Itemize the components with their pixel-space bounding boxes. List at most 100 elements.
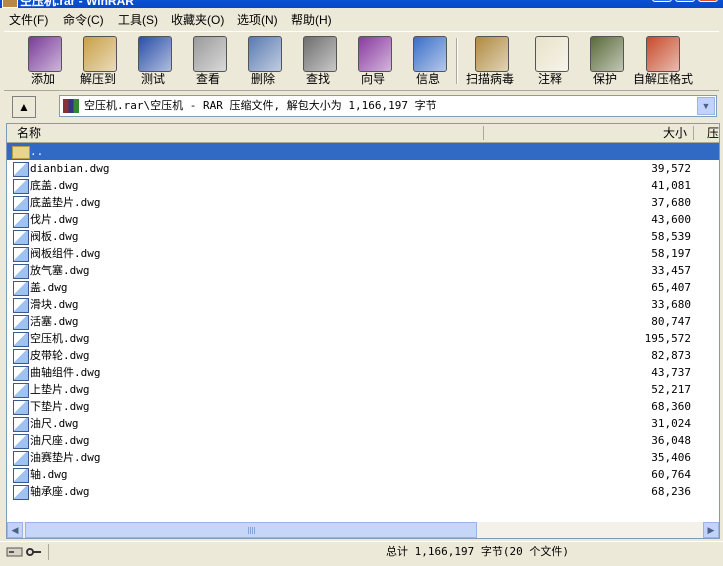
file-row[interactable]: 空压机.dwg 195,572: [7, 330, 719, 347]
file-row[interactable]: 滑块.dwg 33,680: [7, 296, 719, 313]
horizontal-scrollbar[interactable]: ◀ ▶: [7, 522, 719, 538]
menu-tools[interactable]: 工具(S): [118, 12, 158, 28]
toolbar-button-label: 向导: [360, 72, 385, 86]
toolbar-button-sfx[interactable]: 自解压格式: [633, 34, 693, 88]
file-row[interactable]: 盖.dwg 65,407: [7, 279, 719, 296]
toolbar-button-info[interactable]: 信息: [400, 34, 456, 88]
dwg-file-icon: [13, 230, 29, 245]
toolbar-button-virus-scan[interactable]: 扫描病毒: [462, 34, 518, 88]
winrar-window: 空压机.rar - WinRAR _ □ × 文件(F) 命令(C) 工具(S)…: [0, 0, 723, 566]
grip-icon: [248, 527, 256, 534]
file-row[interactable]: 下垫片.dwg 68,360: [7, 398, 719, 415]
toolbar-button-label: 测试: [140, 72, 165, 86]
column-divider[interactable]: [693, 126, 694, 140]
file-size: 41,081: [651, 179, 691, 192]
dwg-file-icon: [13, 451, 29, 466]
file-row[interactable]: 上垫片.dwg 52,217: [7, 381, 719, 398]
file-row[interactable]: dianbian.dwg 39,572: [7, 160, 719, 177]
toolbar-button-delete[interactable]: 删除: [235, 34, 291, 88]
dwg-file-icon: [13, 400, 29, 415]
column-size-header[interactable]: 大小: [663, 126, 687, 140]
file-size: 33,680: [651, 298, 691, 311]
menu-bar: 文件(F) 命令(C) 工具(S) 收藏夹(O) 选项(N) 帮助(H): [0, 9, 723, 30]
file-row[interactable]: 底盖垫片.dwg 37,680: [7, 194, 719, 211]
toolbar-button-label: 查看: [195, 72, 220, 86]
menu-options[interactable]: 选项(N): [237, 12, 278, 28]
column-divider[interactable]: [483, 126, 484, 140]
column-packed-header[interactable]: 压: [707, 126, 719, 140]
file-row[interactable]: 底盖.dwg 41,081: [7, 177, 719, 194]
dwg-file-icon: [13, 213, 29, 228]
file-row[interactable]: 油尺座.dwg 36,048: [7, 432, 719, 449]
toolbar-button-protect[interactable]: 保护: [577, 34, 633, 88]
toolbar-button-wizard[interactable]: 向导: [345, 34, 401, 88]
file-row[interactable]: 伐片.dwg 43,600: [7, 211, 719, 228]
file-row[interactable]: 轴.dwg 60,764: [7, 466, 719, 483]
file-row[interactable]: 阀板组件.dwg 58,197: [7, 245, 719, 262]
address-bar: ▲ 空压机.rar\空压机 - RAR 压缩文件, 解包大小为 1,166,19…: [4, 93, 719, 119]
delete-icon: [248, 36, 282, 72]
file-row[interactable]: 油赛垫片.dwg 35,406: [7, 449, 719, 466]
file-size: 33,457: [651, 264, 691, 277]
scroll-right-button[interactable]: ▶: [703, 522, 719, 538]
maximize-button[interactable]: □: [675, 0, 695, 2]
arrow-up-icon: ▲: [18, 100, 30, 114]
dwg-file-icon: [13, 485, 29, 500]
file-name: 轴.dwg: [30, 468, 68, 481]
file-row[interactable]: 轴承座.dwg 68,236: [7, 483, 719, 500]
file-size: 58,539: [651, 230, 691, 243]
close-button[interactable]: ×: [698, 0, 718, 2]
toolbar-button-extract-to[interactable]: 解压到: [70, 34, 126, 88]
toolbar-button-comment[interactable]: 注释: [522, 34, 578, 88]
path-dropdown-button[interactable]: ▼: [697, 97, 715, 115]
dwg-file-icon: [13, 349, 29, 364]
scroll-thumb[interactable]: [25, 522, 477, 538]
up-folder-button[interactable]: ▲: [12, 96, 36, 118]
info-icon: [413, 36, 447, 72]
toolbar-button-label: 查找: [305, 72, 330, 86]
file-name: 曲轴组件.dwg: [30, 366, 101, 379]
file-size: 60,764: [651, 468, 691, 481]
dwg-file-icon: [13, 281, 29, 296]
parent-folder-row[interactable]: ..: [7, 143, 719, 160]
toolbar-button-test[interactable]: 测试: [125, 34, 181, 88]
minimize-button[interactable]: _: [652, 0, 672, 2]
scroll-left-button[interactable]: ◀: [7, 522, 23, 538]
dwg-file-icon: [13, 247, 29, 262]
drive-key-icon[interactable]: [6, 545, 42, 559]
test-icon: [138, 36, 172, 72]
file-size: 43,737: [651, 366, 691, 379]
dwg-file-icon: [13, 298, 29, 313]
file-name: 活塞.dwg: [30, 315, 79, 328]
file-row[interactable]: 油尺.dwg 31,024: [7, 415, 719, 432]
title-bar[interactable]: 空压机.rar - WinRAR _ □ ×: [0, 0, 723, 8]
extract-to-icon: [83, 36, 117, 72]
menu-favorites[interactable]: 收藏夹(O): [171, 12, 224, 28]
chevron-down-icon: ▼: [701, 101, 711, 111]
file-row[interactable]: 皮带轮.dwg 82,873: [7, 347, 719, 364]
file-row[interactable]: 阀板.dwg 58,539: [7, 228, 719, 245]
file-name: 底盖.dwg: [30, 179, 79, 192]
chevron-left-icon: ◀: [11, 525, 19, 535]
file-name: 下垫片.dwg: [30, 400, 90, 413]
folder-icon: [12, 146, 30, 159]
menu-file[interactable]: 文件(F): [9, 12, 48, 28]
file-name: 油赛垫片.dwg: [30, 451, 101, 464]
file-row[interactable]: 曲轴组件.dwg 43,737: [7, 364, 719, 381]
file-size: 37,680: [651, 196, 691, 209]
menu-help[interactable]: 帮助(H): [291, 12, 332, 28]
file-name: 皮带轮.dwg: [30, 349, 90, 362]
path-combo[interactable]: 空压机.rar\空压机 - RAR 压缩文件, 解包大小为 1,166,197 …: [59, 95, 717, 117]
file-row[interactable]: 放气塞.dwg 33,457: [7, 262, 719, 279]
status-pane: [48, 544, 379, 560]
dwg-file-icon: [13, 332, 29, 347]
toolbar-button-find[interactable]: 查找: [290, 34, 346, 88]
view-icon: [193, 36, 227, 72]
file-list[interactable]: 名称 大小 压 .. dianbian.dwg 39,572 底盖.dwg 41,08…: [6, 123, 720, 539]
column-name-header[interactable]: 名称: [17, 126, 41, 140]
file-row[interactable]: 活塞.dwg 80,747: [7, 313, 719, 330]
dwg-file-icon: [13, 179, 29, 194]
toolbar-button-view[interactable]: 查看: [180, 34, 236, 88]
toolbar-button-add-archive[interactable]: 添加: [15, 34, 71, 88]
menu-commands[interactable]: 命令(C): [63, 12, 104, 28]
